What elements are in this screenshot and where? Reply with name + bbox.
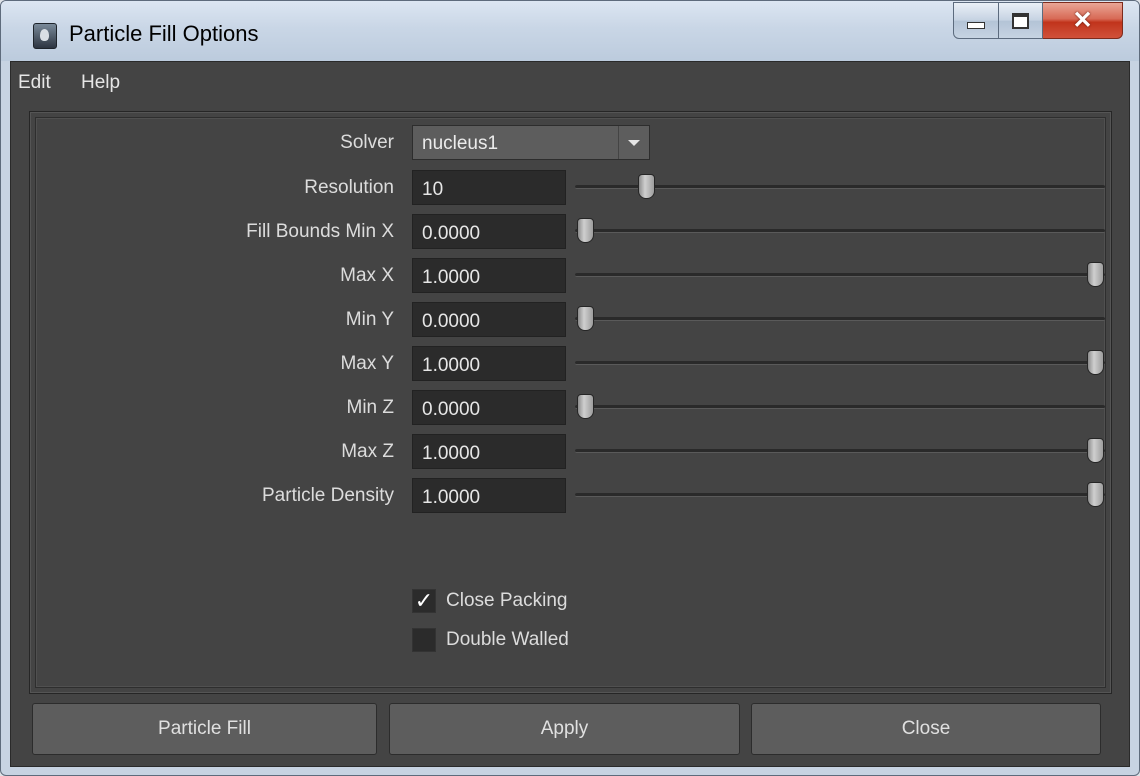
double-walled-checkbox[interactable] [412, 628, 436, 652]
maximize-button[interactable] [999, 2, 1043, 39]
min-y-label: Min Y [345, 309, 394, 330]
max-y-slider[interactable] [575, 348, 1105, 378]
slider-handle[interactable] [1087, 350, 1104, 375]
slider-handle[interactable] [577, 394, 594, 419]
min-y-slider[interactable] [575, 304, 1105, 334]
slider-track [575, 361, 1105, 365]
dialog-body: Edit Help Solver nucleus1 Resolution 10 Fi… [10, 61, 1130, 767]
slider-track [575, 493, 1105, 497]
max-x-field[interactable]: 1.0000 [412, 258, 566, 293]
menu-edit[interactable]: Edit [18, 72, 51, 94]
fill-bounds-min-x-field[interactable]: 0.0000 [412, 214, 566, 249]
window-controls: ✕ [953, 2, 1123, 40]
max-y-field[interactable]: 1.0000 [412, 346, 566, 381]
slider-handle[interactable] [1087, 438, 1104, 463]
slider-track [575, 405, 1105, 409]
solver-dropdown-button[interactable] [618, 126, 649, 159]
particle-density-label: Particle Density [262, 485, 394, 506]
slider-handle[interactable] [1087, 262, 1104, 287]
particle-fill-button[interactable]: Particle Fill [32, 703, 377, 755]
slider-handle[interactable] [577, 306, 594, 331]
apply-button[interactable]: Apply [389, 703, 740, 755]
particle-fill-options-window: Particle Fill Options ✕ Edit Help Solver… [0, 0, 1140, 776]
max-z-slider[interactable] [575, 436, 1105, 466]
resolution-slider[interactable] [575, 172, 1105, 202]
fill-bounds-min-x-label: Fill Bounds Min X [246, 221, 394, 242]
slider-track [575, 449, 1105, 453]
max-z-field[interactable]: 1.0000 [412, 434, 566, 469]
slider-handle[interactable] [638, 174, 656, 199]
solver-label: Solver [340, 132, 394, 153]
particle-density-slider[interactable] [575, 480, 1105, 510]
minimize-icon [967, 22, 985, 29]
title-bar[interactable]: Particle Fill Options ✕ [1, 1, 1139, 61]
close-packing-label: Close Packing [446, 590, 568, 611]
resolution-label: Resolution [304, 177, 394, 198]
maya-app-icon [33, 23, 57, 49]
slider-handle[interactable] [577, 218, 594, 243]
solver-dropdown[interactable]: nucleus1 [412, 125, 650, 160]
chevron-down-icon [628, 140, 640, 146]
min-z-field[interactable]: 0.0000 [412, 390, 566, 425]
menu-bar: Edit Help [11, 62, 1129, 104]
slider-track [575, 317, 1105, 321]
max-x-slider[interactable] [575, 260, 1105, 290]
max-y-label: Max Y [340, 353, 394, 374]
slider-track [575, 273, 1105, 277]
window-title: Particle Fill Options [69, 21, 259, 46]
fill-bounds-min-x-slider[interactable] [575, 216, 1105, 246]
max-x-label: Max X [340, 265, 394, 286]
min-z-label: Min Z [346, 397, 395, 418]
minimize-button[interactable] [953, 2, 999, 39]
options-panel: Solver nucleus1 Resolution 10 Fill Bounds … [29, 111, 1112, 694]
min-y-field[interactable]: 0.0000 [412, 302, 566, 337]
close-button[interactable]: Close [751, 703, 1101, 755]
slider-handle[interactable] [1087, 482, 1104, 507]
button-bar: Particle Fill Apply Close [32, 703, 1112, 755]
solver-value: nucleus1 [422, 133, 499, 154]
maximize-icon [1012, 12, 1029, 29]
close-packing-checkbox[interactable]: ✓ [412, 589, 436, 613]
min-z-slider[interactable] [575, 392, 1105, 422]
resolution-field[interactable]: 10 [412, 170, 566, 205]
double-walled-label: Double Walled [446, 629, 569, 650]
close-window-button[interactable]: ✕ [1043, 2, 1123, 39]
slider-track [575, 229, 1105, 233]
menu-help[interactable]: Help [81, 72, 120, 94]
max-z-label: Max Z [341, 441, 394, 462]
particle-density-field[interactable]: 1.0000 [412, 478, 566, 513]
close-icon: ✕ [1072, 7, 1093, 34]
